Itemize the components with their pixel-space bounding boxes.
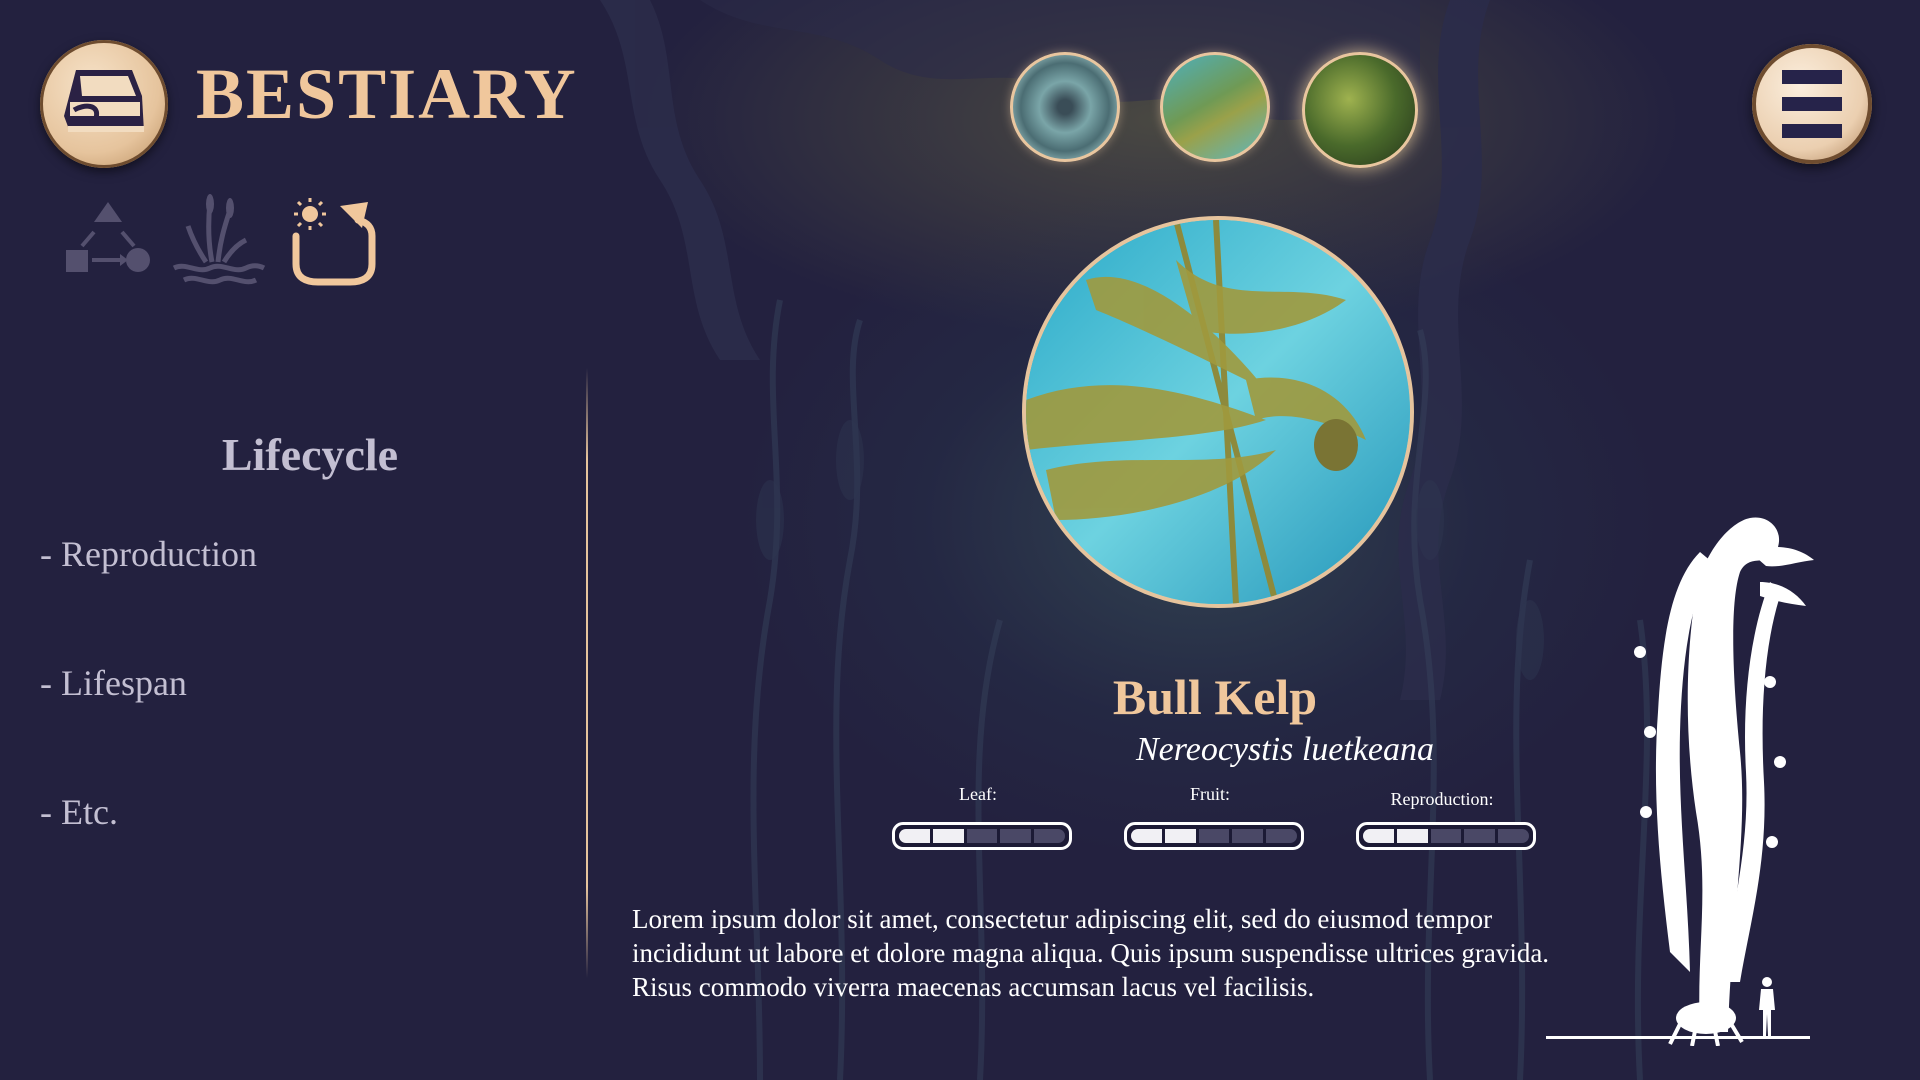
sidebar-item-reproduction[interactable]: - Reproduction [40,533,257,575]
stat-segment [932,829,964,843]
stat-segment [1164,829,1196,843]
thumbnail-bull-kelp[interactable] [1160,52,1270,162]
app-title: BESTIARY [196,54,578,134]
stat-segment [1198,829,1230,843]
menu-button[interactable] [1752,44,1872,164]
stat-segment [1363,829,1394,843]
stat-label-reproduction: Reproduction: [1390,789,1494,809]
stat-bar-reproduction [1356,822,1536,850]
shoe-book-icon [64,70,144,132]
stat-segment [1464,829,1496,843]
bestiary-logo-button[interactable] [40,40,168,168]
section-divider [586,368,588,978]
stat-segment [966,829,998,843]
stat-segment [1000,829,1032,843]
stat-segment [1131,829,1162,843]
stat-segment [899,829,930,843]
stat-bar-leaf [892,822,1072,850]
thumbnail-green-algae[interactable] [1302,52,1418,168]
sidebar-item-etc[interactable]: - Etc. [40,791,118,833]
stat-segment [1034,829,1065,843]
species-hero-image [1022,216,1414,608]
stat-segment [1232,829,1264,843]
stat-bar-fruit [1124,822,1304,850]
species-common-name: Bull Kelp [1112,669,1318,725]
stat-segment [1430,829,1462,843]
sidebar-item-lifespan[interactable]: - Lifespan [40,662,187,704]
species-latin-name: Nereocystis luetkeana [1135,731,1435,768]
stat-label-fruit: Fruit: [1189,784,1230,804]
species-description: Lorem ipsum dolor sit amet, consectetur … [632,904,1550,1002]
kelp-size-silhouette [1634,517,1814,1046]
cycle-diagram-icon[interactable] [58,192,158,292]
menu-bar-middle [1782,97,1842,111]
stat-segment [1266,829,1297,843]
ground-line [1546,1036,1810,1039]
sidebar-title: Lifecycle [221,429,399,480]
menu-bar-top [1782,70,1842,84]
lifecycle-icon[interactable] [284,192,384,292]
plant-water-icon[interactable] [168,192,268,292]
menu-bar-bottom [1782,124,1842,138]
human-scale-figure [1759,977,1775,1036]
stat-segment [1396,829,1428,843]
stat-segment [1498,829,1529,843]
stat-label-leaf: Leaf: [959,784,997,804]
thumbnail-sea-urchin[interactable] [1010,52,1120,162]
